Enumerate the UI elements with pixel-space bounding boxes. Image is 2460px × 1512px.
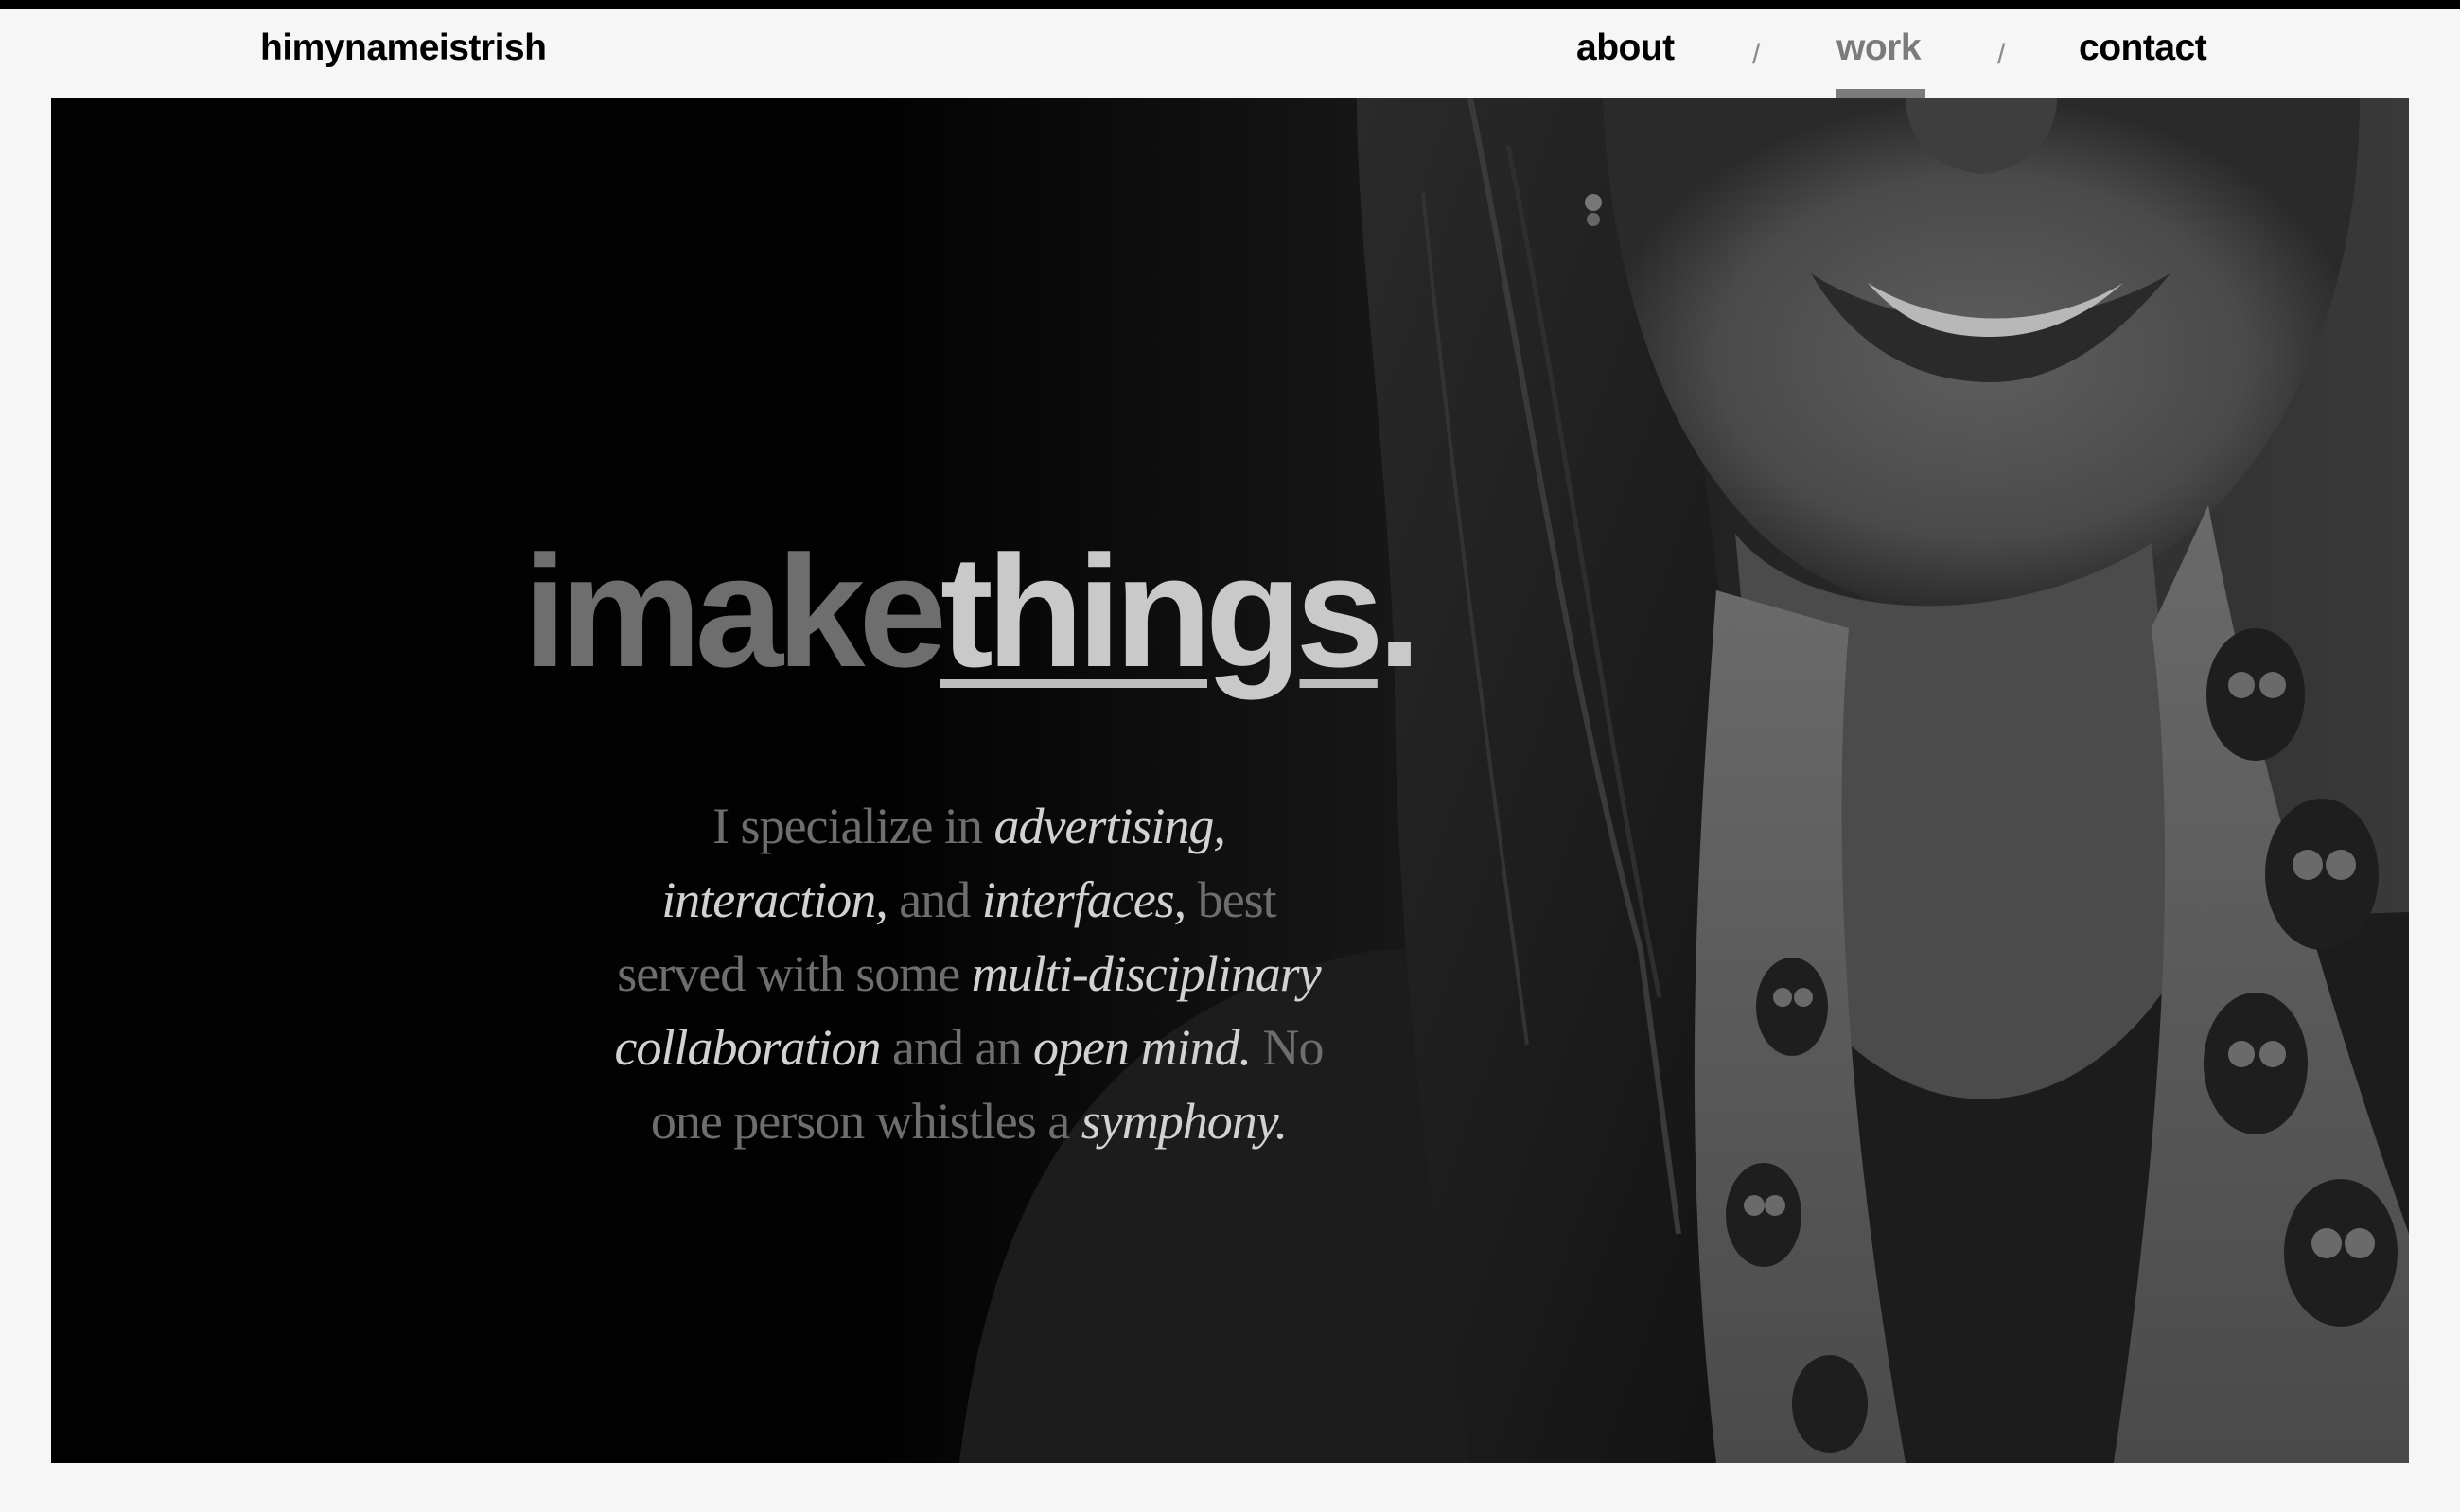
hero-section: imakethings. I specialize in advertising… bbox=[51, 98, 2409, 1463]
tagline-text: and bbox=[887, 871, 982, 928]
main-nav: about / work / contact bbox=[0, 27, 2460, 98]
nav-separator: / bbox=[1997, 39, 2006, 70]
hero-tagline: I specialize in advertising, interaction… bbox=[609, 789, 1328, 1158]
tagline-text: I specialize in bbox=[712, 798, 994, 854]
tagline-emphasis: symphony. bbox=[1081, 1093, 1288, 1150]
headline-emphasis: things bbox=[940, 521, 1384, 700]
site-header: himynameistrish about / work / contact bbox=[0, 9, 2460, 98]
tagline-text: and an bbox=[880, 1019, 1033, 1076]
nav-about[interactable]: about bbox=[1576, 27, 1675, 69]
nav-work[interactable]: work bbox=[1836, 27, 1922, 69]
hero-headline: imakethings. bbox=[51, 532, 1887, 691]
headline-suffix: . bbox=[1377, 521, 1422, 700]
portrait-photo bbox=[51, 98, 2409, 1463]
nav-contact[interactable]: contact bbox=[2079, 27, 2207, 69]
tagline-emphasis: open mind. bbox=[1032, 1019, 1252, 1076]
nav-active-indicator bbox=[1836, 89, 1925, 98]
nav-separator: / bbox=[1752, 39, 1761, 70]
top-rule bbox=[0, 0, 2460, 9]
tagline-emphasis: interfaces, bbox=[981, 871, 1186, 928]
headline-prefix: imake bbox=[522, 521, 947, 700]
